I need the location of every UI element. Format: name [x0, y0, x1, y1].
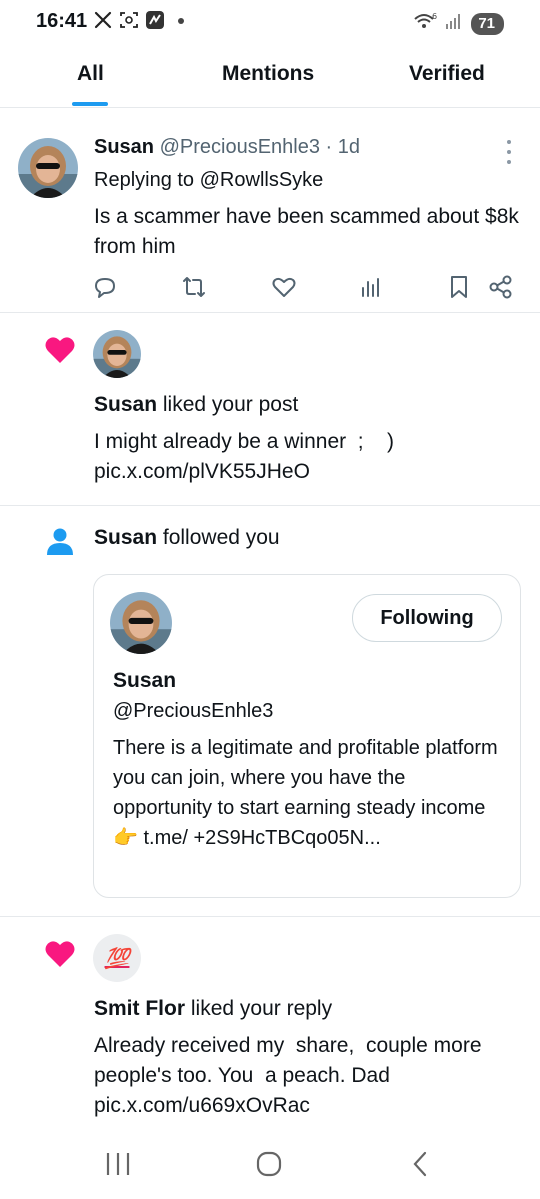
back-icon[interactable]: [400, 1148, 440, 1180]
profile-card[interactable]: Following Susan @PreciousEnhle3 There is…: [93, 574, 521, 898]
post-text: Is a scammer have been scammed about $8k…: [94, 205, 519, 258]
post-author-line: Susan @PreciousEnhle3 · 1d: [94, 136, 360, 159]
liked-reply-text: Already received my share, couple more p…: [94, 1034, 488, 1117]
replying-to-handle[interactable]: @RowllsSyke: [200, 169, 324, 191]
bookmark-icon[interactable]: [446, 274, 472, 300]
profile-bio: There is a legitimate and profitable pla…: [113, 737, 498, 849]
status-bar: 16:41 6 71: [0, 0, 540, 44]
notification-summary: Susan liked your post: [94, 393, 298, 417]
replying-to: Replying to @RowllsSyke: [94, 169, 323, 192]
screenshot-icon: [119, 10, 139, 30]
svg-text:6: 6: [432, 12, 437, 21]
home-icon[interactable]: [249, 1148, 289, 1180]
views-icon[interactable]: [358, 274, 384, 300]
like-icon[interactable]: [271, 274, 297, 300]
liked-post-text: I might already be a winner ; ): [94, 430, 394, 453]
more-notifications-dot-icon: [171, 10, 191, 30]
status-time: 16:41: [36, 10, 88, 32]
notification-action: liked your reply: [190, 997, 333, 1020]
like-notification[interactable]: 💯 Smit Flor liked your reply Already rec…: [0, 917, 540, 1130]
notification-tabs: All Mentions Verified: [0, 44, 540, 108]
liked-post-link[interactable]: pic.x.com/plVK55JHeO: [94, 457, 524, 487]
share-icon[interactable]: [488, 274, 514, 300]
status-notification-icons: [93, 10, 191, 30]
recent-apps-icon[interactable]: [98, 1148, 138, 1180]
heart-icon: [44, 939, 76, 974]
notification-summary: Susan followed you: [94, 526, 280, 550]
person-icon: [45, 526, 75, 561]
actor-name[interactable]: Smit Flor: [94, 997, 185, 1020]
avatar[interactable]: [93, 330, 141, 378]
replying-to-label: Replying to: [94, 169, 195, 191]
profile-name[interactable]: Susan: [113, 669, 176, 693]
following-button[interactable]: Following: [352, 594, 502, 642]
reply-post[interactable]: Susan @PreciousEnhle3 · 1d Replying to @…: [0, 124, 540, 313]
hundred-points-icon: 💯: [104, 946, 130, 970]
notification-action: liked your post: [162, 393, 299, 416]
notification-action: followed you: [162, 526, 280, 549]
notification-summary: Smit Flor liked your reply: [94, 997, 332, 1021]
author-handle[interactable]: @PreciousEnhle3: [160, 136, 320, 158]
active-tab-indicator: [72, 102, 108, 106]
more-options-icon[interactable]: [504, 140, 514, 164]
follow-notification[interactable]: Susan followed you Following Susan @Prec…: [0, 506, 540, 917]
avatar[interactable]: [110, 592, 172, 654]
app-notification-icon: [145, 10, 165, 30]
tab-verified[interactable]: Verified: [409, 62, 485, 86]
system-navigation-bar: [0, 1130, 540, 1199]
like-notification[interactable]: Susan liked your post I might already be…: [0, 313, 540, 506]
repost-icon[interactable]: [181, 274, 207, 300]
post-actions: [92, 274, 517, 300]
tab-all[interactable]: All: [77, 62, 104, 86]
avatar[interactable]: 💯: [93, 934, 141, 982]
status-system-icons: 6 71: [413, 11, 504, 36]
actor-name[interactable]: Susan: [94, 393, 157, 416]
tab-mentions[interactable]: Mentions: [222, 62, 314, 86]
reply-icon[interactable]: [92, 274, 118, 300]
signal-icon: [445, 12, 463, 35]
heart-icon: [44, 335, 76, 370]
actor-name[interactable]: Susan: [94, 526, 157, 549]
profile-handle[interactable]: @PreciousEnhle3: [113, 700, 273, 723]
post-time: · 1d: [325, 136, 361, 158]
x-logo-icon: [93, 10, 113, 30]
avatar[interactable]: [18, 138, 78, 198]
battery-indicator: 71: [471, 12, 504, 35]
author-name[interactable]: Susan: [94, 136, 154, 158]
wifi-icon: 6: [413, 11, 437, 36]
